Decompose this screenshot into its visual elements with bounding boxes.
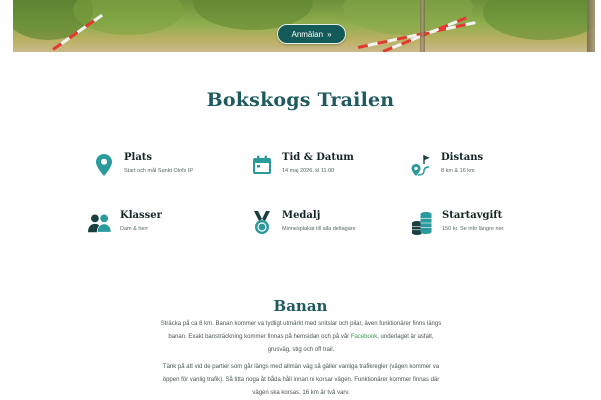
info-startavgift: Startavgift 150 kr. Se info längre ner.: [410, 210, 505, 236]
info-klasser: Klasser Dam & herr: [88, 210, 162, 236]
hero-foliage: [73, 0, 183, 35]
info-title: Startavgift: [442, 210, 503, 221]
facebook-link[interactable]: Facebook: [351, 334, 377, 340]
calendar-icon: [250, 152, 274, 178]
info-title: Klasser: [120, 210, 162, 221]
info-title: Distans: [441, 152, 484, 163]
medal-icon: [250, 210, 274, 236]
info-plats: Plats Start och mål Sankt Olofs IP: [92, 152, 193, 178]
tree-trunk: [587, 0, 595, 52]
page-title: Bokskogs Trailen: [206, 89, 395, 111]
info-title: Medalj: [282, 210, 321, 221]
info-subtitle: 150 kr. Se info längre ner.: [442, 226, 505, 232]
banan-paragraph-2: Tänk på att vid de partier som går längs…: [160, 361, 442, 400]
coins-icon: [410, 210, 434, 236]
info-subtitle: Dam & herr: [120, 226, 149, 232]
info-distans: Distans 8 km & 16 km: [409, 152, 483, 178]
info-subtitle: 14 maj 2026, kl 11.00: [282, 168, 335, 174]
info-medalj: Medalj Minnesplakat till alla deltagare: [250, 210, 356, 236]
banan-text: Tänk på att vid de partier som går längs…: [162, 364, 440, 396]
tree-trunk: [420, 0, 425, 52]
location-pin-icon: [92, 152, 116, 178]
info-tid-datum: Tid & Datum 14 maj 2026, kl 11.00: [250, 152, 354, 178]
info-subtitle: Minnesplakat till alla deltagare: [282, 226, 356, 232]
banan-paragraph-1: Sträcka på ca 8 km. Banan kommer va tydl…: [160, 318, 442, 357]
register-button-label: Anmälan: [291, 29, 324, 39]
info-title: Tid & Datum: [282, 152, 354, 163]
register-button[interactable]: Anmälan »: [277, 24, 346, 44]
section-title-banan: Banan: [273, 297, 328, 315]
double-chevron-right-icon: »: [327, 29, 332, 39]
hero-foliage: [343, 0, 473, 35]
info-subtitle: 8 km & 16 km: [441, 168, 475, 174]
route-flag-icon: [409, 152, 433, 178]
info-subtitle: Start och mål Sankt Olofs IP: [124, 168, 194, 174]
info-title: Plats: [124, 152, 153, 163]
people-icon: [88, 210, 112, 236]
hero-foliage: [483, 0, 595, 40]
